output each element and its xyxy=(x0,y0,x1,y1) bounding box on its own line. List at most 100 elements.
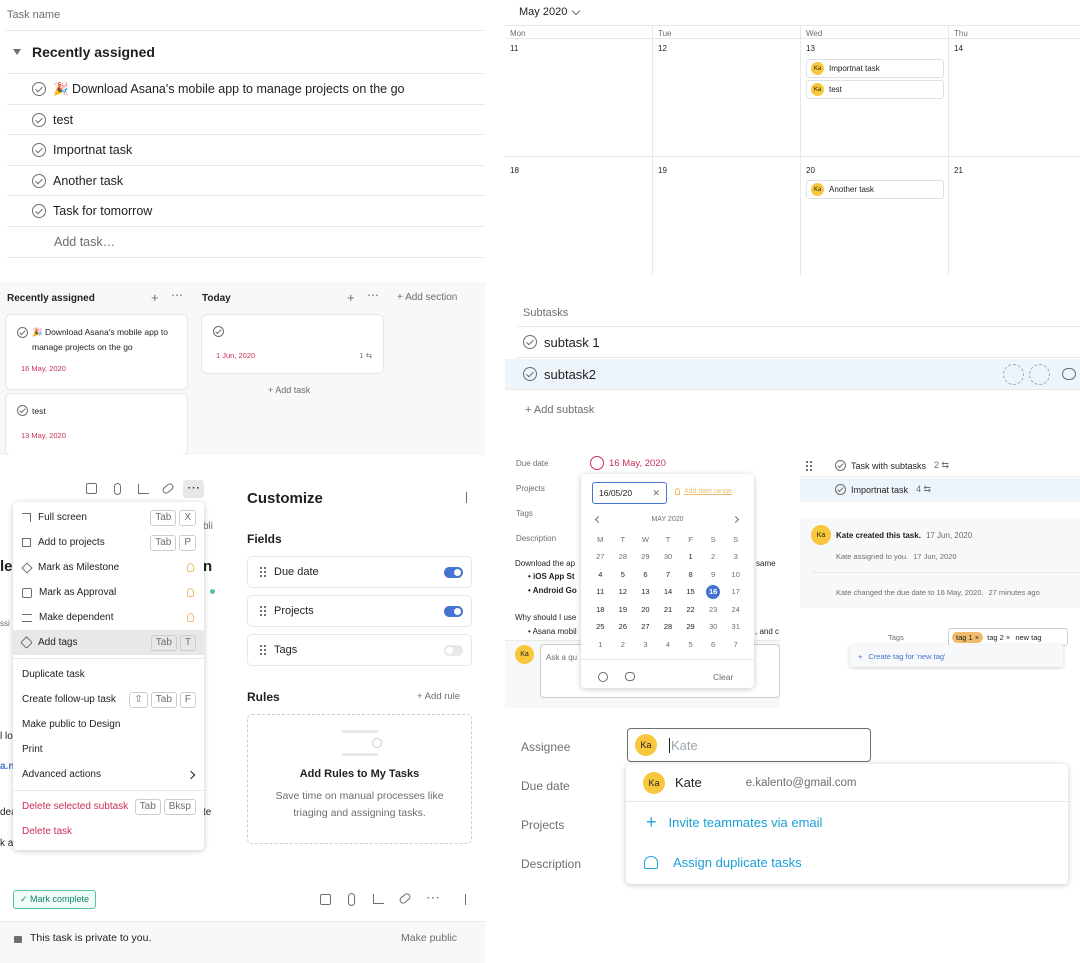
board-card[interactable]: 1 Jun, 2020 1 ⇆ xyxy=(202,315,383,373)
plus-icon[interactable]: + xyxy=(151,290,159,305)
due-date-value[interactable]: 16 May, 2020 xyxy=(590,456,666,470)
day-cell[interactable]: 10 xyxy=(724,566,747,584)
link-icon[interactable] xyxy=(398,891,412,906)
comment-icon[interactable] xyxy=(1062,368,1076,380)
drag-handle-icon[interactable] xyxy=(806,461,812,471)
repeat-icon[interactable] xyxy=(625,672,635,681)
subtask-name[interactable]: subtask2 xyxy=(544,367,596,382)
check-icon[interactable] xyxy=(523,335,537,349)
day-cell[interactable]: 20 xyxy=(634,601,657,619)
task-name[interactable]: Importnat task xyxy=(53,143,132,157)
chevron-down-icon[interactable] xyxy=(572,6,581,15)
menu-item-delete-subtask[interactable]: Delete selected subtask Tab Bksp xyxy=(13,794,204,819)
caret-down-icon[interactable] xyxy=(13,49,21,55)
tags-input[interactable]: tag 1 × tag 2 × new tag xyxy=(948,628,1068,646)
event-title[interactable]: Another task xyxy=(829,185,874,194)
toggle-switch[interactable] xyxy=(444,566,463,578)
day-cell[interactable]: 5 xyxy=(612,566,635,584)
month-selector[interactable]: May 2020 xyxy=(519,6,581,18)
check-icon[interactable] xyxy=(32,143,46,157)
check-icon[interactable] xyxy=(17,405,28,416)
day-cell[interactable]: 27 xyxy=(634,618,657,636)
mark-complete-button[interactable]: ✓ Mark complete xyxy=(13,890,97,909)
menu-item-add-tags[interactable]: Add tags Tab T xyxy=(13,630,204,655)
day-cell[interactable]: 25 xyxy=(589,618,612,636)
menu-item-full-screen[interactable]: Full screen Tab X xyxy=(13,505,204,530)
day-cell[interactable]: 29 xyxy=(634,548,657,566)
calendar-event[interactable]: Ka Importnat task xyxy=(806,59,944,78)
day-cell[interactable]: 4 xyxy=(657,636,680,654)
day-cell[interactable]: 12 xyxy=(612,583,635,601)
field-item[interactable]: Projects xyxy=(247,595,472,627)
day-cell[interactable]: 21 xyxy=(657,601,680,619)
task-name[interactable]: Task for tomorrow xyxy=(53,204,152,218)
day-cell[interactable]: 30 xyxy=(702,618,725,636)
field-item[interactable]: Tags xyxy=(247,634,472,666)
check-icon[interactable] xyxy=(32,173,46,188)
plus-icon[interactable]: + xyxy=(347,290,355,305)
more-icon[interactable]: ⋯ xyxy=(367,288,379,302)
invite-teammates-option[interactable]: + Invite teammates via email xyxy=(626,802,1068,842)
attachment-icon[interactable] xyxy=(348,893,355,906)
menu-item-add-to-projects[interactable]: Add to projects Tab P xyxy=(13,530,204,555)
check-icon[interactable] xyxy=(32,82,46,96)
task-row[interactable]: Another task xyxy=(7,166,485,196)
toggle-switch[interactable] xyxy=(444,644,463,656)
toggle-switch[interactable] xyxy=(444,605,463,617)
day-cell[interactable]: 4 xyxy=(589,566,612,584)
assignee-option[interactable]: Ka Kate e.kalento@gmail.com xyxy=(626,764,1068,802)
task-row[interactable]: Importnat task xyxy=(7,135,485,166)
add-task-button[interactable]: + Add task xyxy=(268,385,310,395)
board-card[interactable]: test 13 May, 2020 xyxy=(6,394,187,455)
subtask-row[interactable]: subtask2 xyxy=(505,359,1080,390)
add-date-range-link[interactable]: Add date range xyxy=(675,488,732,495)
day-cell[interactable]: 6 xyxy=(702,636,725,654)
check-icon[interactable] xyxy=(523,367,537,381)
day-cell[interactable]: 3 xyxy=(724,548,747,566)
day-cell[interactable]: 28 xyxy=(612,548,635,566)
day-cell[interactable]: 1 xyxy=(679,548,702,566)
task-name[interactable]: 🎉 Download Asana's mobile app to manage … xyxy=(53,82,405,97)
day-cell[interactable]: 1 xyxy=(589,636,612,654)
date-input[interactable]: 16/05/20 ✕ xyxy=(592,482,667,504)
tag-chip[interactable]: tag 2 × xyxy=(987,633,1010,642)
calendar-event[interactable]: Ka test xyxy=(806,80,944,99)
calendar-icon[interactable] xyxy=(1003,364,1024,385)
day-cell[interactable]: 27 xyxy=(589,548,612,566)
day-cell[interactable]: 23 xyxy=(702,601,725,619)
task-row[interactable]: 🎉 Download Asana's mobile app to manage … xyxy=(7,74,485,105)
menu-item-make-public[interactable]: Make public to Design xyxy=(13,712,204,737)
close-pane-icon[interactable] xyxy=(454,894,466,905)
link-icon[interactable] xyxy=(161,481,175,496)
event-title[interactable]: Importnat task xyxy=(829,64,880,73)
subtask-name[interactable]: subtask 1 xyxy=(544,335,600,350)
task-name[interactable]: test xyxy=(53,113,73,127)
tag-chip[interactable]: tag 1 × xyxy=(952,631,984,643)
menu-item-print[interactable]: Print xyxy=(13,737,204,762)
menu-item-approval[interactable]: Mark as Approval xyxy=(13,580,204,605)
task-row[interactable]: test xyxy=(7,105,485,135)
calendar-event[interactable]: Ka Another task xyxy=(806,180,944,199)
day-cell-selected[interactable]: 16 xyxy=(702,583,725,601)
like-icon[interactable] xyxy=(320,894,331,905)
clear-date-icon[interactable]: ✕ xyxy=(652,488,660,499)
tag-input-text[interactable]: new tag xyxy=(1015,633,1041,642)
assignee-input[interactable]: Ka Kate xyxy=(627,728,871,762)
day-cell[interactable]: 17 xyxy=(724,583,747,601)
day-cell[interactable]: 29 xyxy=(679,618,702,636)
add-task-row[interactable]: Add task… xyxy=(7,227,485,258)
day-cell[interactable]: 3 xyxy=(634,636,657,654)
add-section-button[interactable]: + Add section xyxy=(397,292,457,303)
day-cell[interactable]: 30 xyxy=(657,548,680,566)
day-cell[interactable]: 15 xyxy=(679,583,702,601)
day-cell[interactable]: 9 xyxy=(702,566,725,584)
attachment-icon[interactable] xyxy=(114,483,121,495)
check-icon[interactable] xyxy=(835,460,846,471)
more-icon[interactable]: ⋯ xyxy=(183,480,204,498)
day-cell[interactable]: 28 xyxy=(657,618,680,636)
create-tag-option[interactable]: + Create tag for 'new tag' xyxy=(850,645,1063,667)
menu-item-dependent[interactable]: Make dependent xyxy=(13,605,204,630)
drag-handle-icon[interactable] xyxy=(260,645,266,655)
clock-icon[interactable] xyxy=(598,672,608,682)
month-label[interactable]: May 2020 xyxy=(519,6,567,18)
